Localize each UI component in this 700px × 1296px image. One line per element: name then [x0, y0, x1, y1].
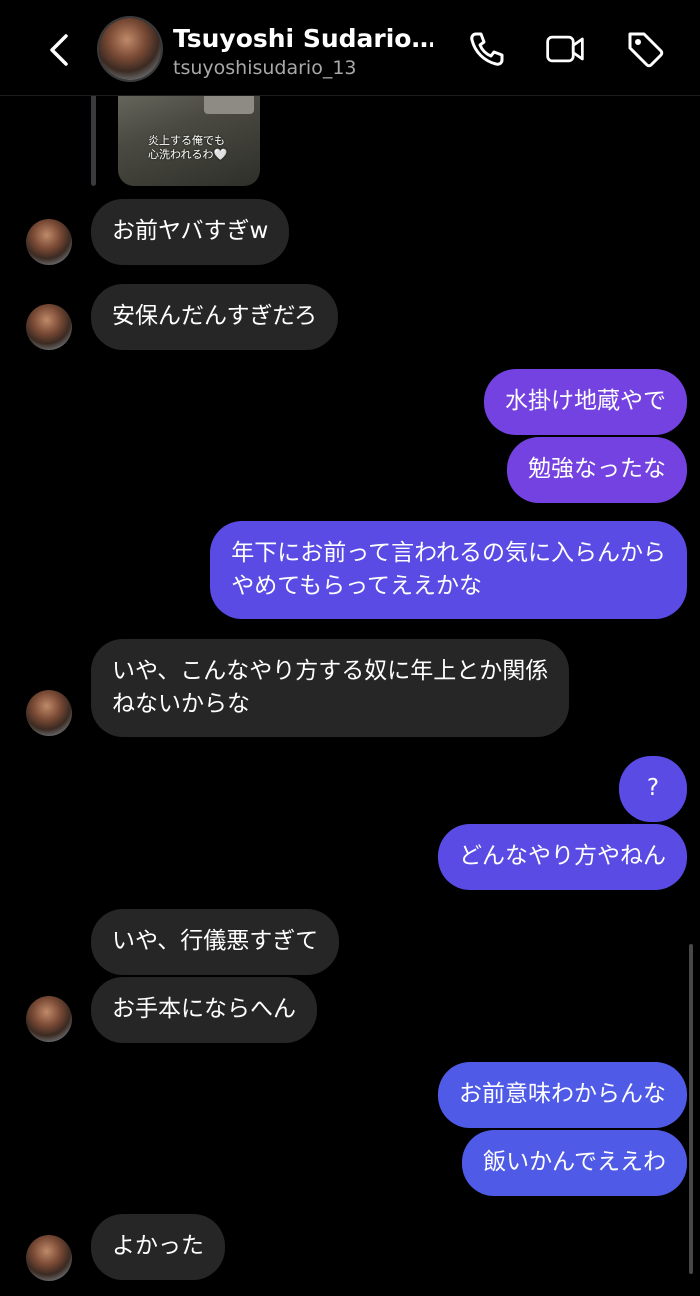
message-bubble-received[interactable]: お前ヤバすぎw [91, 199, 290, 265]
shared-post-thumbnail[interactable]: 炎上する俺でも 心洗われるわ🤍 [118, 86, 260, 186]
scrollbar[interactable] [689, 944, 693, 1274]
message-bubble-received[interactable]: いや、行儀悪すぎて [91, 909, 340, 975]
message-bubble-sent[interactable]: どんなやり方やねん [438, 824, 687, 890]
avatar[interactable] [26, 996, 72, 1042]
message-bubble-received[interactable]: 安保んだんすぎだろ [91, 284, 339, 350]
message-bubble-sent[interactable]: お前意味わからんな [438, 1062, 687, 1128]
tag-icon[interactable] [624, 28, 666, 70]
message-bubble-sent[interactable]: ? [619, 756, 687, 822]
message-bubble-sent[interactable]: 年下にお前って言われるの気に入らんから やめてもらってええかな [210, 521, 687, 619]
avatar[interactable] [26, 219, 72, 265]
contact-name[interactable]: Tsuyoshi Sudario… [173, 24, 433, 53]
shared-post-caption: 炎上する俺でも 心洗われるわ🤍 [148, 134, 228, 161]
video-camera-icon[interactable] [544, 28, 586, 70]
avatar[interactable] [26, 304, 72, 350]
reply-bar [91, 86, 96, 186]
back-arrow-icon[interactable] [40, 30, 80, 70]
avatar[interactable] [26, 1235, 72, 1281]
message-bubble-sent[interactable]: 勉強なったな [507, 437, 687, 503]
avatar[interactable] [26, 690, 72, 736]
message-bubble-received[interactable]: いや、こんなやり方する奴に年上とか関係 ねないからな [91, 639, 570, 737]
contact-username: tsuyoshisudario_13 [173, 57, 357, 79]
message-bubble-sent[interactable]: 水掛け地蔵やで [484, 369, 687, 435]
chat-header: Tsuyoshi Sudario… tsuyoshisudario_13 [0, 0, 700, 96]
message-bubble-received[interactable]: よかった [91, 1214, 225, 1280]
phone-icon[interactable] [466, 28, 508, 70]
message-bubble-sent[interactable]: 飯いかんでええわ [462, 1130, 687, 1196]
avatar[interactable] [99, 18, 161, 80]
message-bubble-received[interactable]: お手本にならへん [91, 977, 317, 1043]
